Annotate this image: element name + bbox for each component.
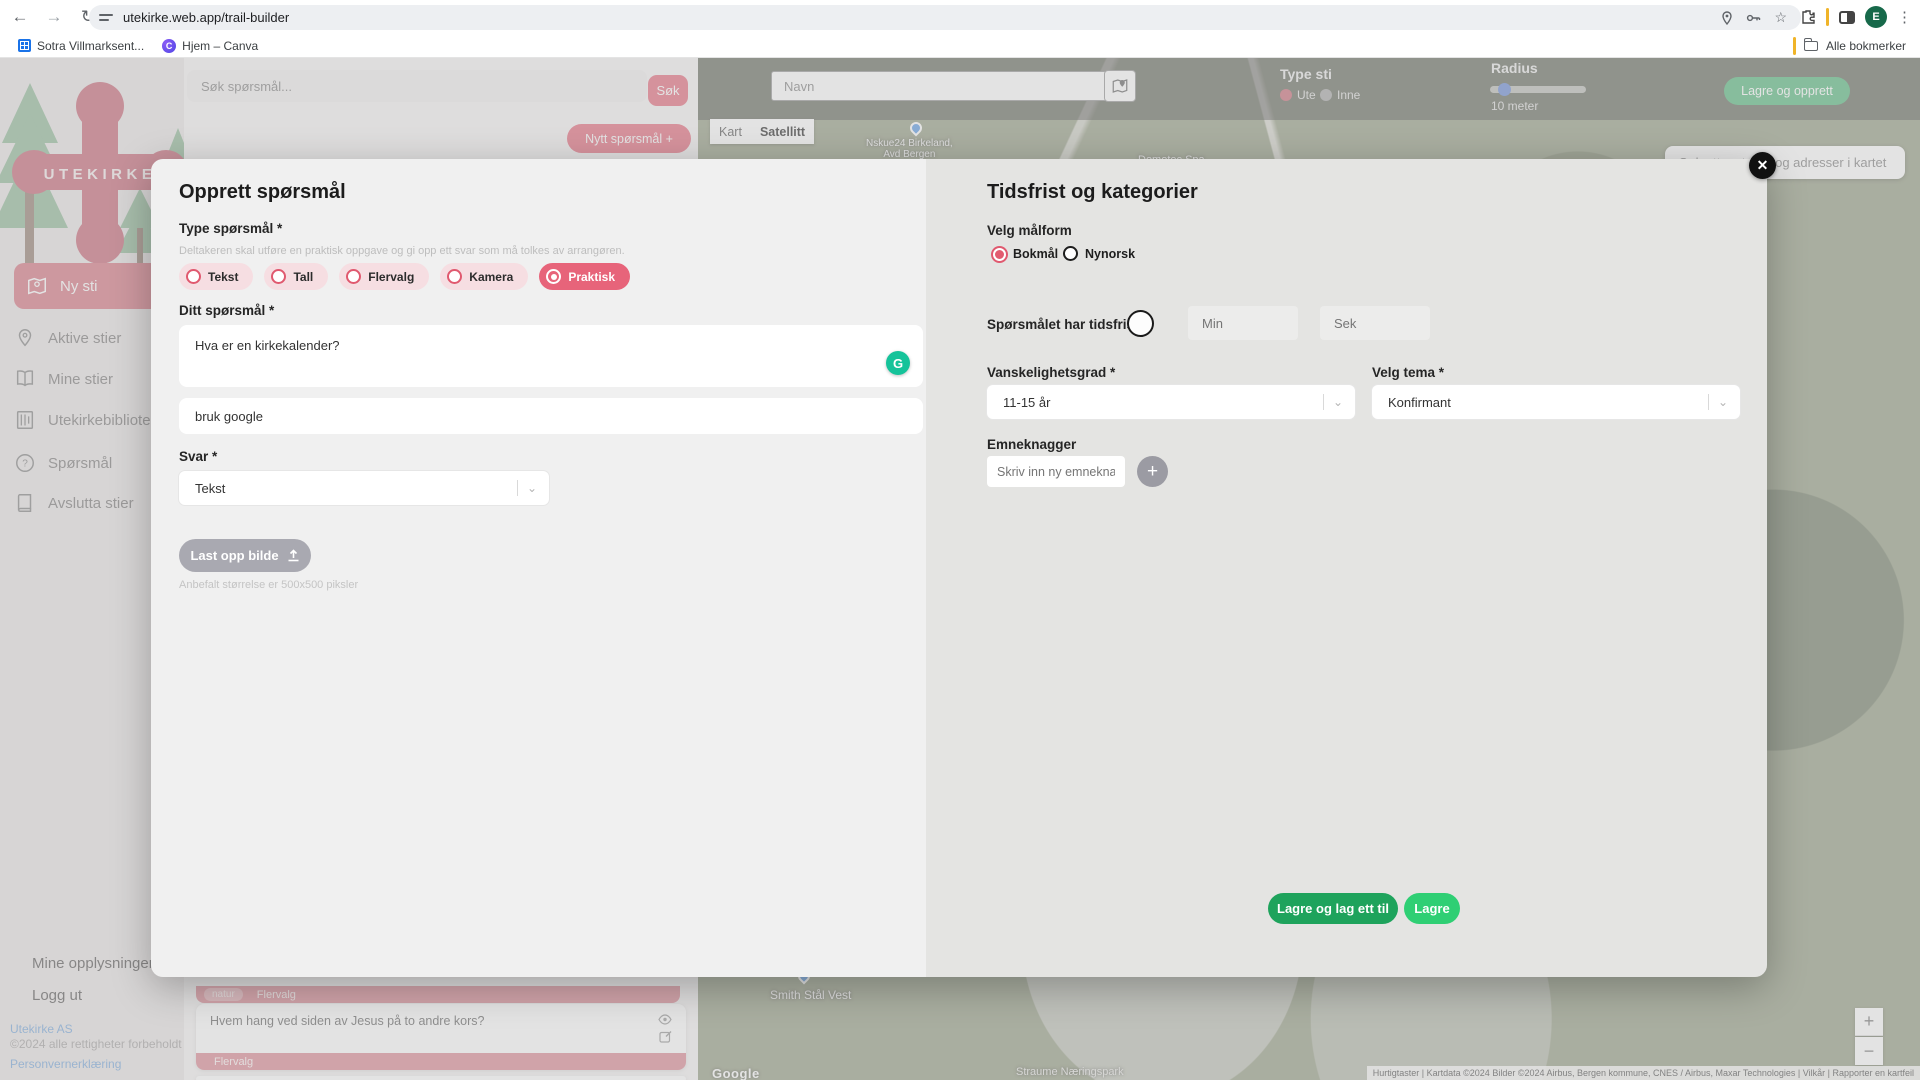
radio-circle: [447, 269, 462, 284]
radio-circle: [186, 269, 201, 284]
type-sporsmal-label: Type spørsmål *: [179, 221, 282, 236]
theme-label: Velg tema *: [1372, 365, 1444, 380]
upload-icon: [287, 549, 300, 562]
screen: ← → ↻ utekirke.web.app/trail-builder ☆ E…: [0, 0, 1920, 1080]
url-text: utekirke.web.app/trail-builder: [123, 10, 1720, 25]
upload-help-text: Anbefalt størrelse er 500x500 piksler: [179, 579, 358, 591]
deadline-label: Spørsmålet har tidsfrist: [987, 317, 1139, 332]
password-key-icon[interactable]: [1746, 11, 1762, 25]
sheets-favicon: [18, 39, 31, 52]
radio-circle-selected: [546, 269, 561, 284]
side-panel-icon[interactable]: [1839, 11, 1855, 24]
bokmal-radio[interactable]: Bokmål: [993, 247, 1058, 261]
add-tag-button[interactable]: +: [1137, 456, 1168, 487]
upload-image-button[interactable]: Last opp bilde: [179, 539, 311, 572]
extensions-icon[interactable]: [1800, 9, 1816, 25]
modal-right-panel: [926, 159, 1767, 977]
theme-select[interactable]: Konfirmant ⌄: [1372, 385, 1740, 419]
radio-off-dot: [1063, 246, 1078, 261]
sek-input[interactable]: [1320, 306, 1430, 340]
difficulty-label: Vanskelighetsgrad *: [987, 365, 1115, 380]
toolbar-divider: [1826, 8, 1829, 26]
bookmarks-divider: [1793, 37, 1796, 55]
radio-circle: [346, 269, 361, 284]
question-type-options: Tekst Tall Flervalg Kamera Praktisk: [179, 263, 630, 290]
forward-icon[interactable]: →: [40, 3, 68, 31]
bookmark-canva[interactable]: C Hjem – Canva: [162, 39, 258, 53]
bookmark-sotra[interactable]: Sotra Villmarksent...: [18, 39, 144, 53]
save-button[interactable]: Lagre: [1404, 893, 1460, 924]
folder-icon: [1804, 41, 1818, 51]
close-modal-button[interactable]: ✕: [1749, 152, 1776, 179]
modal-left-panel: Opprett spørsmål Type spørsmål * Deltake…: [151, 159, 926, 977]
min-input[interactable]: [1188, 306, 1298, 340]
url-bar[interactable]: utekirke.web.app/trail-builder ☆: [89, 5, 1801, 30]
ditt-sporsmal-label: Ditt spørsmål *: [179, 303, 274, 318]
chevron-down-icon: ⌄: [527, 481, 537, 495]
chevron-down-icon: ⌄: [1718, 395, 1728, 409]
bookmarks-bar: Sotra Villmarksent... C Hjem – Canva All…: [0, 34, 1920, 58]
type-option-flervalg[interactable]: Flervalg: [339, 263, 429, 290]
grammarly-icon[interactable]: G: [886, 351, 910, 375]
type-option-kamera[interactable]: Kamera: [440, 263, 528, 290]
bookmark-star-icon[interactable]: ☆: [1774, 9, 1787, 26]
location-icon[interactable]: [1720, 11, 1734, 25]
save-and-new-button[interactable]: Lagre og lag ett til: [1268, 893, 1398, 924]
radio-on-dot: [993, 248, 1006, 261]
svar-label: Svar *: [179, 449, 217, 464]
browser-toolbar: ← → ↻ utekirke.web.app/trail-builder ☆ E…: [0, 0, 1920, 34]
tag-input[interactable]: [987, 456, 1125, 487]
type-option-tall[interactable]: Tall: [264, 263, 328, 290]
chrome-menu-icon[interactable]: ⋮: [1897, 8, 1912, 26]
type-help-text: Deltakeren skal utføre en praktisk oppga…: [179, 245, 625, 257]
nynorsk-radio[interactable]: Nynorsk: [1063, 246, 1135, 261]
canva-favicon: C: [162, 39, 176, 53]
difficulty-select[interactable]: 11-15 år ⌄: [987, 385, 1355, 419]
tags-label: Emneknagger: [987, 437, 1076, 452]
back-icon[interactable]: ←: [6, 3, 34, 31]
type-option-tekst[interactable]: Tekst: [179, 263, 253, 290]
answer-hint-input[interactable]: [179, 398, 923, 434]
categories-title: Tidsfrist og kategorier: [987, 181, 1198, 204]
malform-label: Velg målform: [987, 223, 1072, 238]
profile-avatar[interactable]: E: [1865, 6, 1887, 28]
create-question-modal: Opprett spørsmål Type spørsmål * Deltake…: [151, 159, 1767, 977]
modal-title: Opprett spørsmål: [179, 181, 346, 204]
site-info-icon[interactable]: [99, 14, 113, 21]
chevron-down-icon: ⌄: [1333, 395, 1343, 409]
answer-type-select[interactable]: Tekst ⌄: [179, 471, 549, 505]
radio-circle: [271, 269, 286, 284]
question-textarea[interactable]: Hva er en kirkekalender?: [179, 325, 923, 387]
all-bookmarks-button[interactable]: Alle bokmerker: [1826, 39, 1906, 53]
type-option-praktisk[interactable]: Praktisk: [539, 263, 630, 290]
deadline-toggle[interactable]: [1127, 310, 1154, 337]
